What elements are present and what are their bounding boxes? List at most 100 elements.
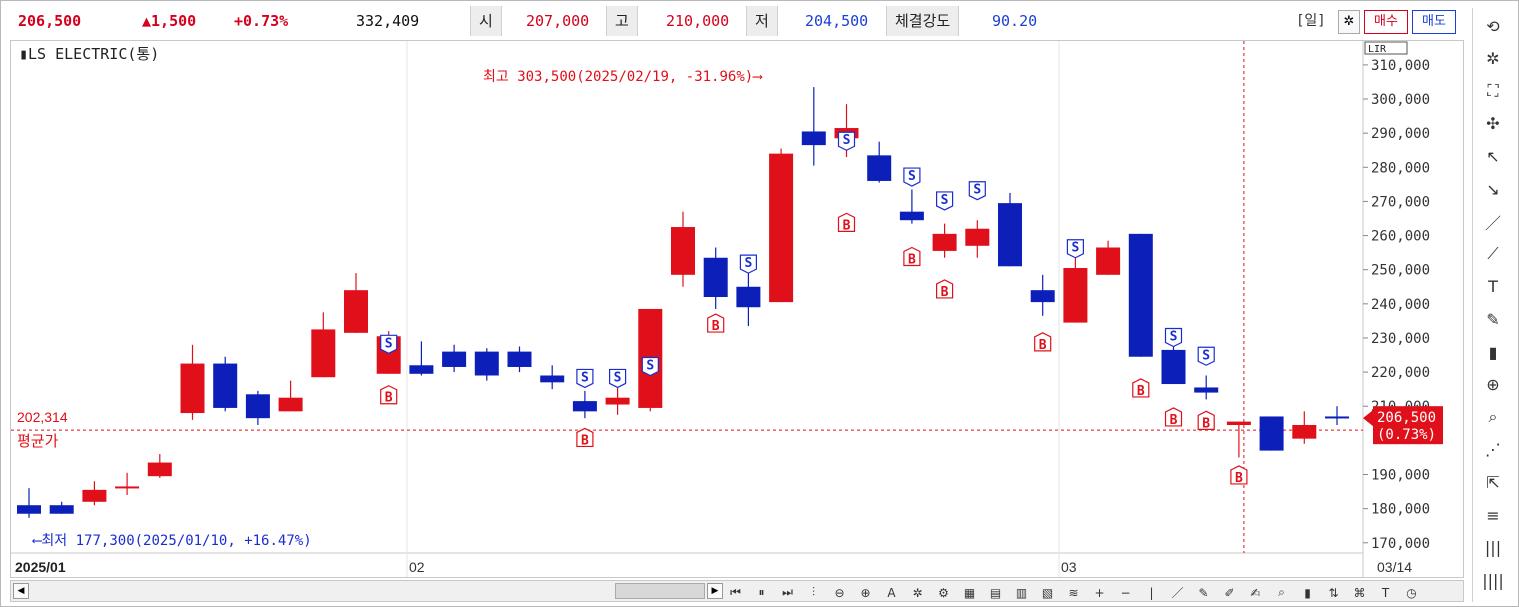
buy-button[interactable]: 매수 xyxy=(1364,10,1408,34)
sell-signal-label: S xyxy=(614,370,622,385)
candle-body xyxy=(1259,416,1284,451)
gear-icon[interactable]: ✲ xyxy=(909,584,926,601)
current-price-pct: (0.73%) xyxy=(1377,427,1436,443)
gear-icon[interactable]: ✲ xyxy=(1479,45,1507,73)
fib-icon[interactable]: ≡ xyxy=(1479,501,1507,529)
y-tick-label: 270,000 xyxy=(1371,194,1430,210)
candle-body xyxy=(801,131,826,146)
buy-signal-label: B xyxy=(712,319,720,334)
chart-icon[interactable]: ▦ xyxy=(961,584,978,601)
indicator-icon[interactable]: ⚙ xyxy=(935,584,952,601)
scroll-left-button[interactable]: ◀ xyxy=(13,583,29,599)
candle-body xyxy=(998,203,1022,267)
zoom-out-icon[interactable]: ⊖ xyxy=(831,584,848,601)
crosshair-icon[interactable]: ✣ xyxy=(1479,110,1507,138)
updown-icon[interactable]: ⇅ xyxy=(1325,584,1342,601)
sell-signal-label: S xyxy=(385,336,393,351)
candle-body xyxy=(605,397,630,405)
low-value: 204,500 xyxy=(805,12,869,30)
chart-icon[interactable]: ⛶ xyxy=(1479,77,1507,105)
text-a-icon[interactable]: A xyxy=(883,584,900,601)
sell-signal-label: S xyxy=(941,193,949,208)
text-tool-icon[interactable]: ✎ xyxy=(1479,305,1507,333)
high-annotation: 최고 303,500(2025/02/19, -31.96%)⟶ xyxy=(483,69,763,85)
bars2-icon[interactable]: |||| xyxy=(1479,566,1507,594)
sell-signal-label: S xyxy=(908,169,916,184)
y-tick-label: 250,000 xyxy=(1371,263,1430,279)
candle-body xyxy=(736,286,761,308)
buy-signal-label: B xyxy=(1202,416,1210,431)
price-change: ▲1,500 xyxy=(142,12,197,30)
y-tick-label: 170,000 xyxy=(1371,536,1430,552)
candle-body xyxy=(147,462,172,477)
tool2-icon[interactable]: ✐ xyxy=(1221,584,1238,601)
bars-icon[interactable]: ||| xyxy=(1479,534,1507,562)
y-tick-label: 280,000 xyxy=(1371,160,1430,176)
zoom-in-icon[interactable]: ⊕ xyxy=(1479,371,1507,399)
y-tick-label: 290,000 xyxy=(1371,126,1430,142)
next-icon[interactable]: ⏭ xyxy=(779,584,796,601)
candle-body xyxy=(278,397,303,412)
zoom-in-icon[interactable]: ⊕ xyxy=(857,584,874,601)
chart-title: ▮LS ELECTRIC(통) xyxy=(19,45,159,63)
clock-icon[interactable]: ◷ xyxy=(1403,584,1420,601)
buy-signal-label: B xyxy=(1170,413,1178,428)
scroll-thumb[interactable] xyxy=(615,583,705,599)
scroll-right-button[interactable]: ▶ xyxy=(707,583,723,599)
x-tick-label: 03/14 xyxy=(1377,559,1412,575)
sell-signal-label: S xyxy=(843,133,851,148)
first-icon[interactable]: ⏮ xyxy=(727,584,744,601)
arrow-icon[interactable]: ⇱ xyxy=(1479,468,1507,496)
y-tick-label: 310,000 xyxy=(1371,58,1430,74)
strength-value: 90.20 xyxy=(992,12,1038,30)
candle-body xyxy=(1194,387,1219,393)
chart-scrollbar[interactable]: ◀ ▶ ⏮ ⏸ ⏭ ⫶ ⊖ ⊕ A ✲ ⚙ ▦ ▤ ▥ ▧ ≋ + − | ／ ✎ ✐ ✍ ⌕ ▮ ⇅ ⌘ T ◷ xyxy=(10,580,1464,602)
minus-icon[interactable]: − xyxy=(1117,584,1134,601)
search-icon[interactable]: ⌕ xyxy=(1273,584,1290,601)
tool1-icon[interactable]: ✎ xyxy=(1195,584,1212,601)
pause-icon[interactable]: ⏸ xyxy=(753,584,770,601)
pattern-icon[interactable]: ⋰ xyxy=(1479,436,1507,464)
refresh-icon[interactable]: ⟲ xyxy=(1479,12,1507,40)
zoom-list-icon[interactable]: ⌕ xyxy=(1479,403,1507,431)
candle-body xyxy=(344,290,368,333)
y-tick-label: 300,000 xyxy=(1371,92,1430,108)
low-annotation: ⟵최저 177,300(2025/01/10, +16.47%) xyxy=(32,533,312,549)
select-icon[interactable]: ↘ xyxy=(1479,175,1507,203)
text-icon[interactable]: T xyxy=(1479,273,1507,301)
auto-line-icon[interactable]: ⟋ xyxy=(1479,240,1507,268)
fit-icon[interactable]: ⌘ xyxy=(1351,584,1368,601)
marker-icon[interactable]: ▮ xyxy=(1299,584,1316,601)
candle-body xyxy=(474,351,499,376)
candle-body xyxy=(572,401,597,412)
period-selector[interactable]: [일] xyxy=(1296,6,1326,36)
table-icon[interactable]: ▤ xyxy=(987,584,1004,601)
line-icon[interactable]: ／ xyxy=(1479,208,1507,236)
x-tick-label: 2025/01 xyxy=(15,559,66,575)
diag-icon[interactable]: ／ xyxy=(1169,584,1186,601)
candle-body xyxy=(1325,416,1349,419)
image-icon[interactable]: ▧ xyxy=(1039,584,1056,601)
slider-icon[interactable]: ⫶ xyxy=(805,584,822,601)
sell-signal-label: S xyxy=(973,183,981,198)
current-price: 206,500 xyxy=(18,12,82,30)
sell-signal-label: S xyxy=(646,359,654,374)
candlestick-chart[interactable]: 310,000 300,000 290,000 280,000 270,000 260,0… xyxy=(10,40,1464,578)
high-label: 고 xyxy=(606,6,638,36)
buy-signal-label: B xyxy=(843,218,851,233)
t-icon[interactable]: T xyxy=(1377,584,1394,601)
tool3-icon[interactable]: ✍ xyxy=(1247,584,1264,601)
vline-icon[interactable]: | xyxy=(1143,584,1160,601)
pointer-icon[interactable]: ↖ xyxy=(1479,142,1507,170)
plus-icon[interactable]: + xyxy=(1091,584,1108,601)
candle-body xyxy=(1030,290,1055,303)
candle-body xyxy=(409,365,434,374)
y-tick-label: 190,000 xyxy=(1371,467,1430,483)
buy-signal-label: B xyxy=(1039,338,1047,353)
x-tick-label: 03 xyxy=(1061,559,1077,575)
settings-button[interactable]: ✲ xyxy=(1338,10,1360,34)
sell-button[interactable]: 매도 xyxy=(1412,10,1456,34)
ruler-icon[interactable]: ≋ xyxy=(1065,584,1082,601)
grid-icon[interactable]: ▥ xyxy=(1013,584,1030,601)
candle-icon[interactable]: ▮ xyxy=(1479,338,1507,366)
